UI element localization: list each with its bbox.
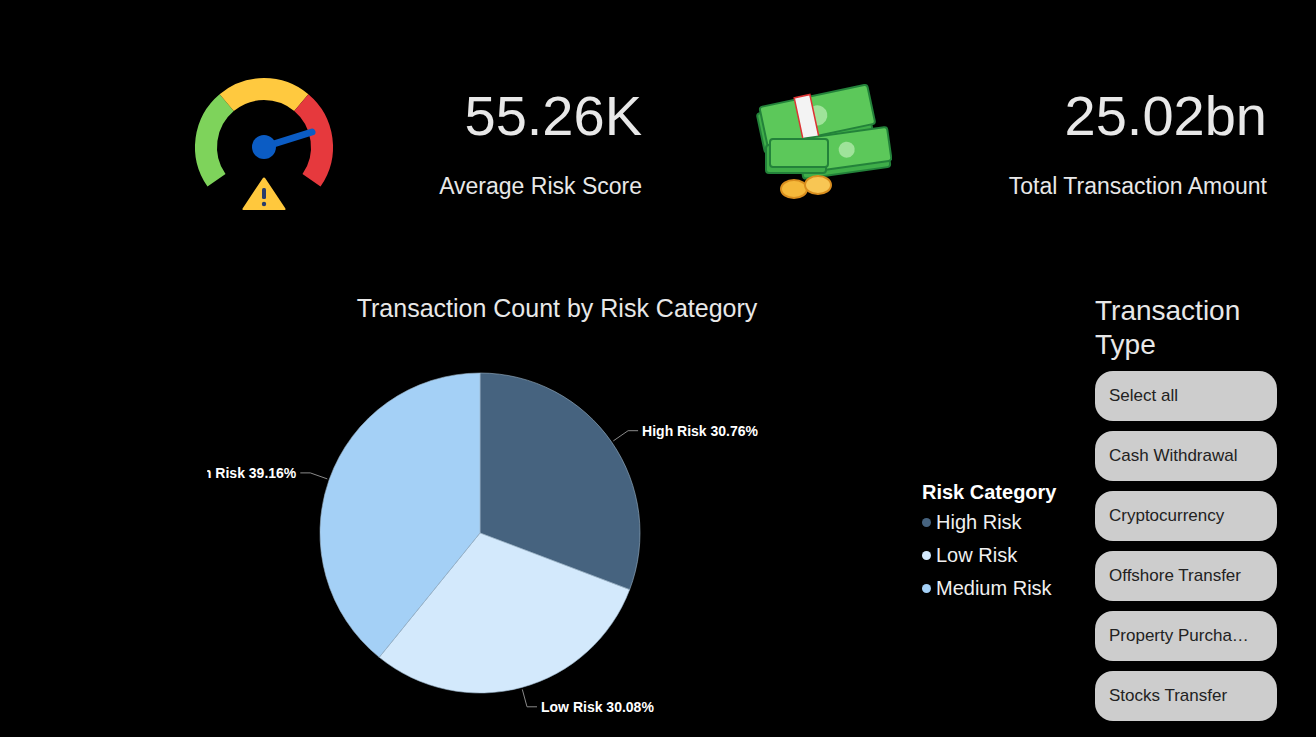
money-icon <box>750 83 892 203</box>
legend-item[interactable]: Low Risk <box>922 539 1072 572</box>
slicer-button[interactable]: Cash Withdrawal <box>1095 431 1277 481</box>
pie-canvas: High Risk 30.76% Low Risk 30.08% Medium Ri… <box>207 326 907 726</box>
slice-label: Medium Risk 39.16% <box>207 465 297 481</box>
kpi-value: 25.02bn <box>977 85 1267 147</box>
slicer-button[interactable]: Offshore Transfer <box>1095 551 1277 601</box>
legend-title: Risk Category <box>922 478 1072 506</box>
kpi-label: Average Risk Score <box>427 171 642 201</box>
leader-line <box>522 689 537 706</box>
gauge-icon <box>192 75 337 210</box>
legend-dot <box>922 518 931 527</box>
legend-dot <box>922 551 931 560</box>
legend-label: Medium Risk <box>936 572 1052 605</box>
pie-chart: Transaction Count by Risk Category High … <box>207 290 907 726</box>
slicer-button[interactable]: Property Purcha… <box>1095 611 1277 661</box>
slice-label: High Risk 30.76% <box>642 423 758 439</box>
legend-label: High Risk <box>936 506 1022 539</box>
legend-label: Low Risk <box>936 539 1017 572</box>
legend-item[interactable]: High Risk <box>922 506 1072 539</box>
pie-slice[interactable] <box>320 373 480 657</box>
legend-dot <box>922 584 931 593</box>
leader-line <box>613 431 638 441</box>
kpi-label: Total Transaction Amount <box>977 171 1267 201</box>
slicer-button[interactable]: Select all <box>1095 371 1277 421</box>
kpi-value: 55.26K <box>427 85 642 147</box>
slicer-button[interactable]: Cryptocurrency <box>1095 491 1277 541</box>
transaction-type-slicer: Transaction Type Select all Cash Withdraw… <box>1095 290 1277 731</box>
chart-title: Transaction Count by Risk Category <box>207 290 907 326</box>
slice-label: Low Risk 30.08% <box>541 699 654 715</box>
legend-item[interactable]: Medium Risk <box>922 572 1072 605</box>
risk-score-card: 55.26K Average Risk Score <box>427 85 642 201</box>
slicer-button[interactable]: Stocks Transfer <box>1095 671 1277 721</box>
transaction-amount-card: 25.02bn Total Transaction Amount <box>977 85 1267 201</box>
slicer-title: Transaction Type <box>1095 294 1277 362</box>
chart-legend: Risk Category High RiskLow RiskMedium Ri… <box>922 478 1072 605</box>
leader-line <box>300 473 327 479</box>
